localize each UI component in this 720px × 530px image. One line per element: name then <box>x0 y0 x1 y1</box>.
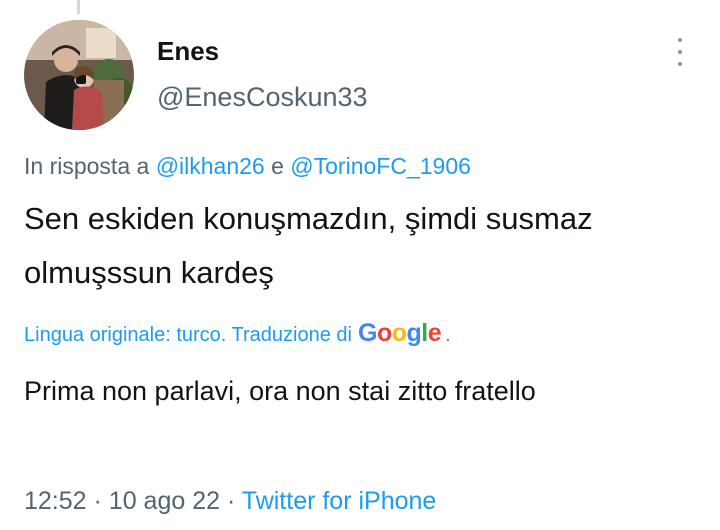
tweet-date[interactable]: 10 ago 22 <box>109 487 220 515</box>
reply-conjunction: e <box>271 153 284 179</box>
author-handle[interactable]: @EnesCoskun33 <box>157 82 368 112</box>
translation-suffix: . <box>445 324 451 346</box>
meta-separator: · <box>226 487 236 515</box>
author-display-name[interactable]: Enes <box>157 36 219 66</box>
translated-text: Prima non parlavi, ora non stai zitto fr… <box>24 376 536 406</box>
google-logo: Google <box>358 319 442 347</box>
reply-prefix: In risposta a <box>24 153 150 179</box>
more-options-icon[interactable] <box>672 38 688 66</box>
thread-connector-line <box>77 0 80 14</box>
mention-link-1[interactable]: @ilkhan26 <box>156 153 265 179</box>
translation-attribution[interactable]: Lingua originale: turco. Traduzione di G… <box>24 318 451 350</box>
avatar[interactable] <box>24 20 134 130</box>
tweet-source-link[interactable]: Twitter for iPhone <box>242 487 437 515</box>
avatar-photo <box>24 20 134 130</box>
tweet-meta: 12:52 · 10 ago 22 · Twitter for iPhone <box>24 486 436 516</box>
tweet-detail: Enes @EnesCoskun33 In risposta a @ilkhan… <box>0 0 720 530</box>
tweet-time[interactable]: 12:52 <box>24 487 87 515</box>
more-dot <box>678 62 682 66</box>
more-dot <box>678 50 682 54</box>
more-dot <box>678 38 682 42</box>
meta-separator: · <box>93 487 102 515</box>
reply-context: In risposta a @ilkhan26 e @TorinoFC_1906 <box>24 151 471 181</box>
translation-label: Lingua originale: turco. Traduzione di <box>24 324 352 346</box>
tweet-text: Sen eskiden konuşmazdın, şimdi susmaz ol… <box>24 201 593 290</box>
mention-link-2[interactable]: @TorinoFC_1906 <box>290 153 471 179</box>
